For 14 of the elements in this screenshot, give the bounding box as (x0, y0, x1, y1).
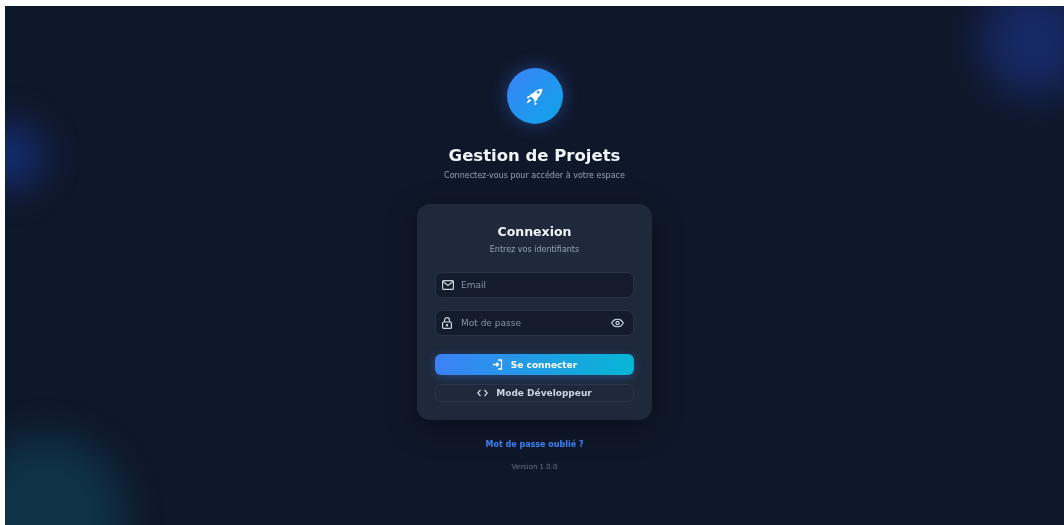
card-subtitle: Entrez vos identifiants (488, 245, 581, 254)
developer-mode-button[interactable]: Mode Développeur (435, 384, 634, 402)
app-subtitle: Connectez-vous pour accéder à votre espace (444, 171, 625, 180)
forgot-password-link[interactable]: Mot de passe oublié ? (485, 440, 584, 449)
card-title: Connexion (496, 224, 573, 240)
mail-icon (442, 280, 454, 290)
app-title: Gestion de Projets (448, 146, 621, 166)
login-button[interactable]: Se connecter (435, 354, 634, 375)
code-icon (477, 389, 489, 397)
eye-icon[interactable] (611, 318, 624, 328)
lock-icon (442, 317, 452, 329)
login-icon (491, 359, 503, 370)
password-field[interactable]: Mot de passe (435, 310, 634, 336)
email-field[interactable]: Email (435, 272, 634, 298)
